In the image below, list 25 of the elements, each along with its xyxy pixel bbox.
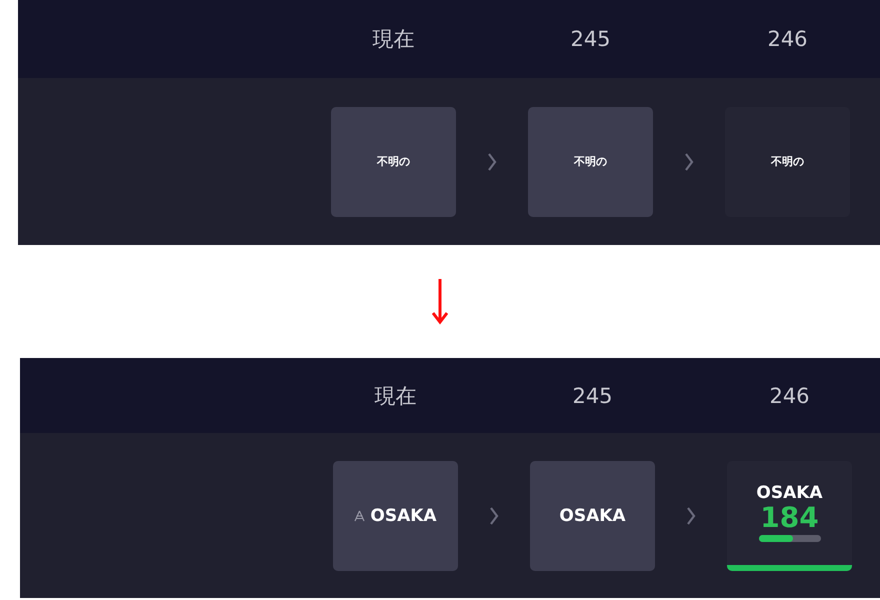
emblem-icon <box>354 510 366 522</box>
chevron-icon <box>487 152 497 172</box>
location-card[interactable]: 不明の <box>725 106 850 216</box>
column-heading: 245 <box>571 384 614 408</box>
column-heading: 246 <box>766 27 809 51</box>
location-card[interactable]: 不明の <box>331 106 456 216</box>
down-arrow-icon <box>432 278 448 324</box>
column-heading: 現在 <box>374 382 418 410</box>
chevron-icon <box>489 506 499 526</box>
location-card[interactable]: OSAKA <box>333 460 458 570</box>
score-value: 184 <box>760 502 819 534</box>
location-name: 不明の <box>574 154 607 169</box>
location-card[interactable]: OSAKA <box>530 460 655 570</box>
column-heading: 245 <box>569 27 612 51</box>
location-name: OSAKA <box>370 506 437 526</box>
column-heading: 246 <box>768 384 811 408</box>
location-name: OSAKA <box>756 482 823 503</box>
location-name: 不明の <box>771 154 804 169</box>
location-name: 不明の <box>377 154 410 169</box>
chevron-icon <box>686 506 696 526</box>
column-heading: 現在 <box>372 26 416 53</box>
location-name: OSAKA <box>559 506 626 526</box>
location-card[interactable]: 不明の <box>528 106 653 216</box>
chevron-icon <box>684 152 694 172</box>
location-card[interactable]: OSAKA 184 <box>727 460 852 570</box>
